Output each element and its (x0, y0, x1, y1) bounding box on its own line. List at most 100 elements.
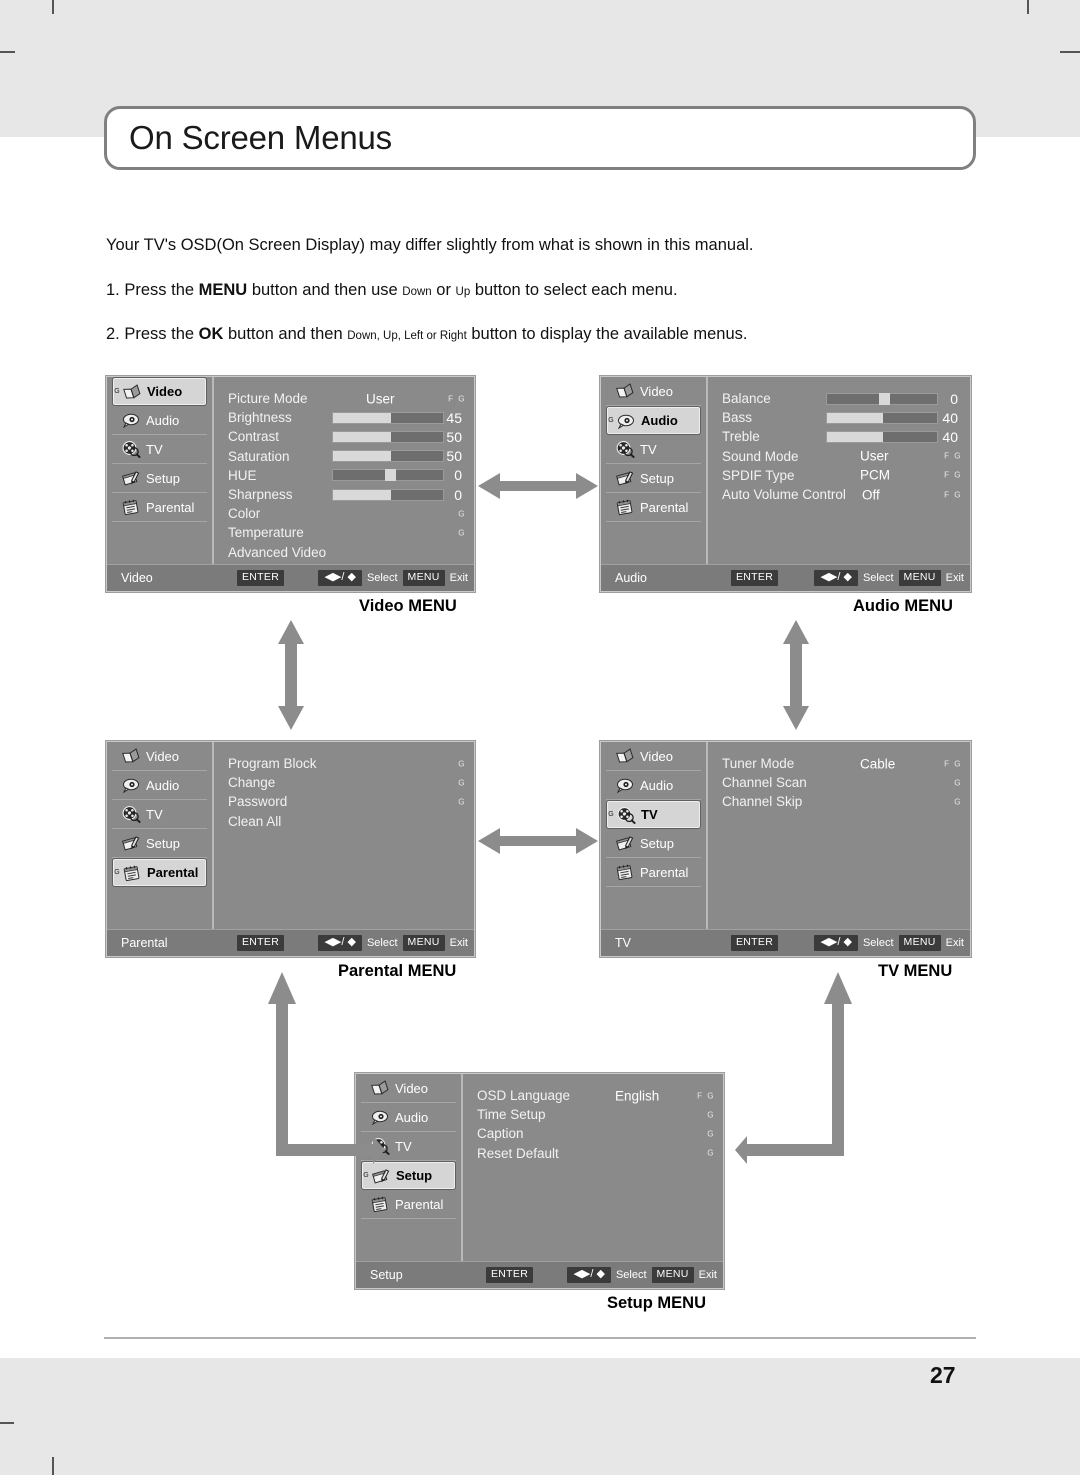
step1-prefix: 1. Press the (106, 281, 199, 299)
menu-key-badge[interactable]: MENU (651, 1267, 694, 1283)
osd-row[interactable]: Clean All (216, 812, 474, 831)
osd-row[interactable]: Auto Volume Control Off F G (710, 485, 970, 504)
direction-arrows-key-badge[interactable]: ◀▶/ ◆ (814, 935, 858, 951)
audio-speaker-icon (617, 414, 634, 429)
sidebar-item-video[interactable]: G Video (112, 377, 207, 406)
osd-row[interactable]: Caption G (465, 1124, 723, 1143)
osd-row[interactable]: Program Block G (216, 754, 474, 773)
osd-row-slider[interactable] (332, 450, 444, 463)
osd-row[interactable]: Saturation 50 (216, 447, 474, 466)
osd-row-marker: G (458, 759, 466, 769)
osd-row[interactable]: Advanced Video (216, 543, 474, 562)
slider-thumb[interactable] (878, 392, 890, 405)
osd-row[interactable]: Sharpness 0 (216, 485, 474, 504)
direction-arrows-key-badge[interactable]: ◀▶/ ◆ (318, 935, 362, 951)
menu-key-badge[interactable]: MENU (898, 570, 941, 586)
osd-row[interactable]: Password G (216, 792, 474, 811)
osd-row-label: Sharpness (228, 487, 293, 503)
osd-footer-hints: ◀▶/ ◆ Select MENU Exit (814, 570, 964, 586)
osd-row[interactable]: Bass 40 (710, 408, 970, 427)
enter-key-badge[interactable]: ENTER (237, 570, 285, 586)
sidebar-item-label: Parental (147, 865, 199, 880)
osd-row-marker: G (707, 1129, 715, 1139)
sidebar-item-video[interactable]: Video (112, 742, 207, 771)
enter-key-badge[interactable]: ENTER (731, 570, 779, 586)
video-book-icon (614, 746, 636, 766)
osd-row-slider[interactable] (826, 411, 938, 424)
osd-panel-setup[interactable]: Video Audio TV G Setup Parental OSD Langua… (355, 1073, 724, 1289)
crop-mark-tr-v (1027, 0, 1029, 14)
sidebar-item-parental[interactable]: Parental (606, 493, 701, 522)
osd-row[interactable]: Reset Default G (465, 1144, 723, 1163)
sidebar-item-parental[interactable]: G Parental (112, 858, 207, 887)
osd-row-value: 0 (454, 467, 462, 484)
audio-speaker-icon (120, 775, 142, 795)
tv-reel-icon (120, 804, 142, 824)
osd-row[interactable]: Balance 0 (710, 389, 970, 408)
sidebar-item-setup[interactable]: Setup (606, 829, 701, 858)
osd-panel-audio[interactable]: Video G Audio TV Setup Parental Balance (600, 376, 971, 592)
osd-row[interactable]: Color G (216, 504, 474, 523)
osd-row-slider[interactable] (332, 430, 444, 443)
osd-row-value: User (366, 391, 395, 407)
sidebar-item-setup[interactable]: Setup (606, 464, 701, 493)
osd-row[interactable]: Contrast 50 (216, 427, 474, 446)
osd-row[interactable]: Picture Mode User F G (216, 389, 474, 408)
osd-row[interactable]: HUE 0 (216, 466, 474, 485)
sidebar-item-tv[interactable]: TV (606, 435, 701, 464)
enter-key-badge[interactable]: ENTER (237, 935, 285, 951)
direction-arrows-key-badge[interactable]: ◀▶/ ◆ (814, 570, 858, 586)
menu-key-badge[interactable]: MENU (898, 935, 941, 951)
osd-settings-list: OSD Language English F G Time Setup G Caption… (465, 1074, 723, 1254)
sidebar-item-tv[interactable]: G TV (606, 800, 701, 829)
direction-arrows-key-badge[interactable]: ◀▶/ ◆ (318, 570, 362, 586)
osd-panel-video[interactable]: G Video Audio TV Setup Parental Picture M… (106, 376, 475, 592)
sidebar-item-audio[interactable]: Audio (112, 406, 207, 435)
sidebar-item-video[interactable]: Video (606, 742, 701, 771)
sidebar-item-setup[interactable]: Setup (112, 829, 207, 858)
enter-key-badge[interactable]: ENTER (731, 935, 779, 951)
setup-pencil-icon (120, 833, 142, 853)
osd-row-label: Tuner Mode (722, 756, 795, 772)
osd-row-marker: G (707, 1148, 715, 1158)
enter-key-badge[interactable]: ENTER (486, 1267, 534, 1283)
osd-row-label: Temperature (228, 525, 304, 541)
sidebar-item-video[interactable]: Video (606, 377, 701, 406)
osd-row[interactable]: Brightness 45 (216, 408, 474, 427)
sidebar-item-audio[interactable]: Audio (112, 771, 207, 800)
osd-row[interactable]: Tuner Mode Cable F G (710, 754, 970, 773)
osd-row-value: PCM (860, 467, 890, 483)
osd-panel-parental[interactable]: Video Audio TV Setup G Parental Program Bl… (106, 741, 475, 957)
osd-row[interactable]: Temperature G (216, 523, 474, 542)
osd-row-slider[interactable] (826, 430, 938, 443)
sidebar-item-setup[interactable]: Setup (112, 464, 207, 493)
menu-key-badge[interactable]: MENU (402, 935, 445, 951)
osd-row[interactable]: Change G (216, 773, 474, 792)
sidebar-item-tv[interactable]: TV (112, 800, 207, 829)
audio-speaker-icon (616, 778, 633, 794)
osd-row[interactable]: Sound Mode User F G (710, 447, 970, 466)
osd-row-slider[interactable] (332, 411, 444, 424)
osd-row[interactable]: Channel Skip G (710, 792, 970, 811)
sidebar-item-parental[interactable]: Parental (112, 493, 207, 522)
direction-arrows-key-badge[interactable]: ◀▶/ ◆ (567, 1267, 611, 1283)
osd-row[interactable]: Time Setup G (465, 1105, 723, 1124)
osd-row-marker: F G (448, 394, 466, 404)
select-hint-label: Select (366, 572, 398, 584)
osd-row[interactable]: SPDIF Type PCM F G (710, 466, 970, 485)
osd-row[interactable]: OSD Language English F G (465, 1086, 723, 1105)
osd-row-slider[interactable] (332, 488, 444, 501)
menu-key-badge[interactable]: MENU (402, 570, 445, 586)
osd-row-slider[interactable] (826, 392, 938, 405)
sidebar-item-parental[interactable]: Parental (606, 858, 701, 887)
osd-row[interactable]: Treble 40 (710, 427, 970, 446)
slider-fill (333, 412, 392, 423)
osd-panel-tv[interactable]: Video Audio G TV Setup Parental Tuner Mode… (600, 741, 971, 957)
sidebar-item-parental[interactable]: Parental (361, 1190, 456, 1219)
sidebar-item-tv[interactable]: TV (112, 435, 207, 464)
osd-row-slider[interactable] (332, 469, 444, 482)
slider-thumb[interactable] (384, 469, 396, 482)
osd-row[interactable]: Channel Scan G (710, 773, 970, 792)
sidebar-item-audio[interactable]: Audio (606, 771, 701, 800)
sidebar-item-audio[interactable]: G Audio (606, 406, 701, 435)
